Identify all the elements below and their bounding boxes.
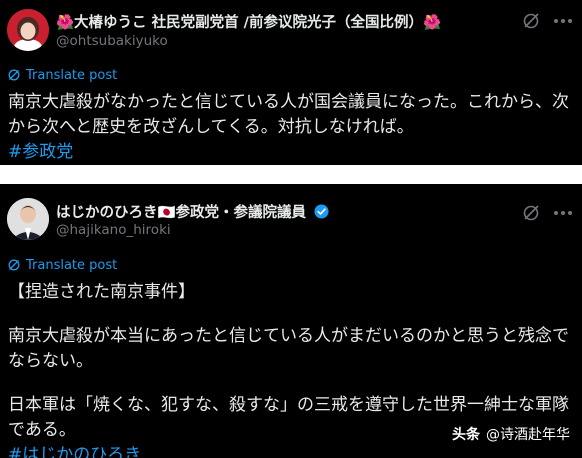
translate-post-link[interactable]: Translate post — [8, 68, 117, 83]
watermark-author: @诗酒赴年华 — [486, 427, 570, 443]
user-handle[interactable]: @ohtsubakiyuko — [56, 33, 168, 49]
display-name[interactable]: 🌺大椿ゆうこ 社民党副党首 /前参议院光子（全国比例）🌺 — [56, 11, 441, 32]
body-paragraph-title: 【捏造された南京事件】 — [8, 282, 195, 302]
display-name-text: はじかのひろき🇯🇵参政党・参議院議員 — [56, 205, 307, 221]
post-body: 南京大虐殺がなかったと信じている人が国会議員になった。これから、次 から次へと歴… — [8, 90, 578, 165]
avatar-image — [7, 9, 49, 51]
translate-icon — [8, 69, 20, 81]
verified-badge-icon — [314, 204, 329, 219]
avatar-image — [7, 198, 49, 240]
translate-post-link[interactable]: Translate post — [8, 258, 117, 273]
more-icon[interactable] — [553, 210, 573, 216]
translate-label: Translate post — [26, 68, 118, 83]
more-icon[interactable] — [553, 18, 573, 24]
body-line: 南京大虐殺が本当にあったと信じている人がまだいるのかと思うと残念で — [8, 326, 569, 346]
body-line: 日本軍は「焼くな、犯すな、殺すな」の三戒を遵守した世界一紳士な軍隊 — [8, 395, 569, 415]
watermark-brand: 头条 — [452, 427, 480, 443]
body-line: ならない。 — [8, 351, 93, 371]
post-card-1: 🌺大椿ゆうこ 社民党副党首 /前参议院光子（全国比例）🌺 @ohtsubakiy… — [0, 0, 582, 165]
translate-icon — [8, 259, 20, 271]
display-name[interactable]: はじかのひろき🇯🇵参政党・参議院議員 — [56, 201, 329, 222]
grok-icon[interactable] — [522, 204, 540, 222]
avatar[interactable] — [7, 198, 49, 240]
body-line: 南京大虐殺がなかったと信じている人が国会議員になった。これから、次 — [8, 92, 569, 112]
hashtag-link[interactable]: #参政党 — [8, 140, 578, 165]
hashtag-link[interactable]: #はじかのひろき — [8, 443, 578, 458]
post-card-2: はじかのひろき🇯🇵参政党・参議院議員 @hajikano_hiroki Tran… — [0, 184, 582, 458]
translate-label: Translate post — [26, 258, 118, 273]
body-line: から次へと歴史を改ざんしてくる。対抗しなければ。 — [8, 117, 414, 137]
avatar[interactable] — [7, 9, 49, 51]
grok-icon[interactable] — [522, 12, 540, 30]
watermark: 头条 @诗酒赴年华 — [452, 424, 570, 444]
user-handle[interactable]: @hajikano_hiroki — [56, 222, 171, 238]
